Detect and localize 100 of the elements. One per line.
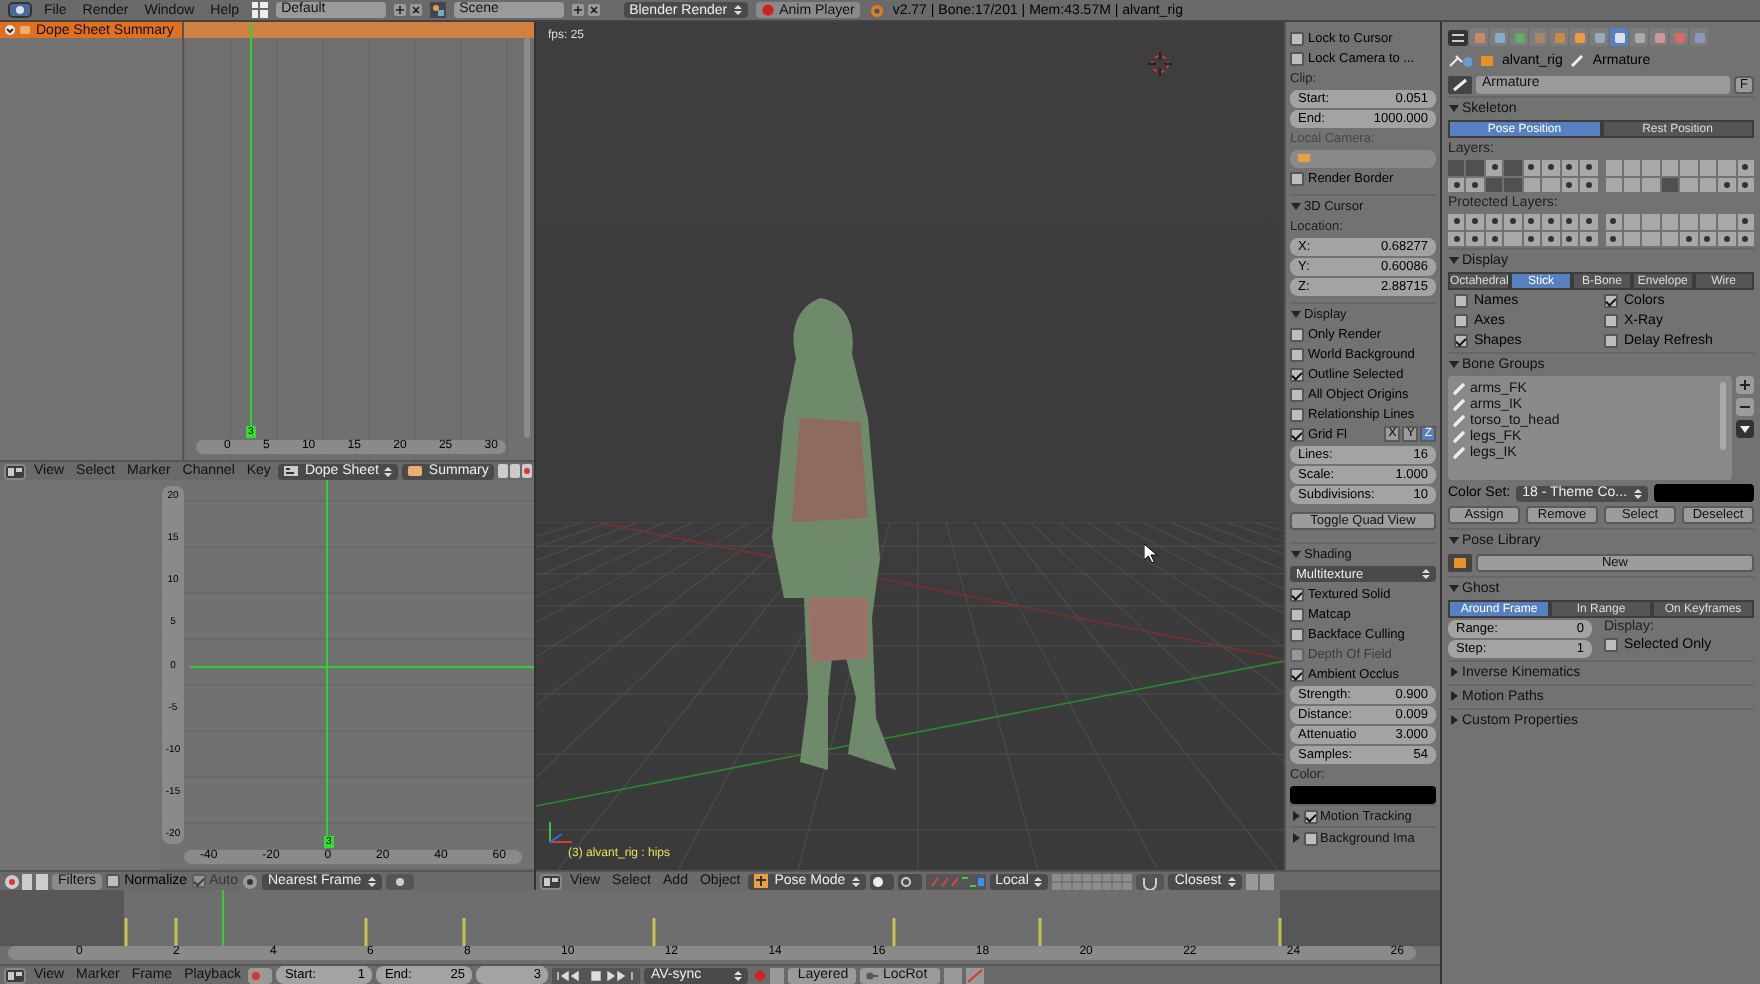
updown-arrow-icon	[733, 4, 742, 16]
layer-button[interactable]	[1699, 231, 1717, 246]
layer-button[interactable]	[1605, 214, 1622, 229]
view-icons[interactable]	[4, 873, 48, 889]
manipulator-icons[interactable]	[925, 873, 986, 889]
layer-button[interactable]	[1580, 177, 1597, 192]
add-button[interactable]	[1736, 376, 1754, 394]
checkbox[interactable]	[1604, 638, 1618, 652]
pivot-icons[interactable]	[385, 873, 414, 889]
playback-controls-icon[interactable]	[552, 967, 641, 983]
layer-button[interactable]	[1561, 214, 1579, 229]
layer-button[interactable]	[1542, 214, 1560, 229]
editor-type-icon[interactable]	[4, 967, 26, 983]
caret-down-icon	[1738, 422, 1752, 436]
updown-arrow-icon	[1227, 875, 1236, 887]
editor-type-icon[interactable]	[540, 873, 562, 889]
layer-button[interactable]	[1605, 231, 1622, 246]
layer-button[interactable]	[1448, 177, 1465, 192]
layer-button[interactable]	[1466, 214, 1484, 229]
info-editor-icon[interactable]	[8, 2, 32, 18]
property-tab[interactable]	[1610, 28, 1628, 46]
layer-button[interactable]	[1448, 214, 1465, 229]
layer-button[interactable]	[1580, 214, 1597, 229]
checkbox[interactable]	[1304, 831, 1318, 845]
3d-cursor-icon[interactable]	[1148, 52, 1172, 76]
axis-gizmo-icon	[544, 818, 576, 846]
checkbox[interactable]	[1454, 334, 1468, 348]
layer-button[interactable]	[1448, 231, 1465, 246]
layer-button[interactable]	[1561, 231, 1579, 246]
layer-button[interactable]	[1523, 214, 1541, 229]
layer-button[interactable]	[1737, 214, 1754, 229]
snap-magnet-icon[interactable]	[1136, 873, 1165, 889]
layer-button[interactable]	[1737, 177, 1754, 192]
pivot-icon[interactable]	[897, 873, 922, 889]
checkbox[interactable]	[1290, 407, 1304, 421]
color-swatch[interactable]	[1290, 785, 1436, 803]
layer-button[interactable]	[1523, 231, 1541, 246]
pin-icon[interactable]	[1448, 54, 1472, 68]
checkbox[interactable]	[106, 874, 121, 888]
checkbox[interactable]	[1290, 31, 1304, 45]
checkbox[interactable]	[1290, 51, 1304, 65]
camera-field[interactable]	[1290, 149, 1436, 167]
layer-button[interactable]	[1561, 177, 1579, 192]
checkbox[interactable]	[1290, 667, 1304, 681]
add-remove-icons[interactable]	[571, 2, 600, 18]
layer-button[interactable]	[1737, 160, 1754, 175]
updown-arrow-icon	[1034, 875, 1043, 887]
checkbox[interactable]	[1290, 387, 1304, 401]
plus-icon	[1738, 378, 1752, 392]
record-icon[interactable]	[752, 967, 785, 983]
layer-button[interactable]	[1466, 177, 1484, 192]
layer-button[interactable]	[1737, 231, 1754, 246]
updown-arrow-icon	[851, 875, 860, 887]
editor-type-icon[interactable]	[1448, 29, 1468, 45]
layer-button[interactable]	[1580, 160, 1597, 175]
layer-button[interactable]	[1485, 231, 1503, 246]
checkbox[interactable]	[1290, 347, 1304, 361]
checkbox[interactable]	[1604, 334, 1618, 348]
color-swatch[interactable]	[1653, 484, 1754, 502]
scrollbar[interactable]	[1720, 382, 1726, 450]
armature-browse-icon[interactable]	[1448, 75, 1472, 93]
filter-icons[interactable]	[498, 464, 533, 478]
remove-button[interactable]	[1736, 398, 1754, 416]
blender-logo-icon	[868, 2, 885, 18]
checkbox[interactable]	[1604, 294, 1618, 308]
layer-button[interactable]	[1542, 160, 1560, 175]
checkbox[interactable]	[1454, 294, 1468, 308]
updown-arrow-icon	[384, 465, 393, 477]
scene-icon[interactable]	[429, 2, 446, 18]
add-remove-icons[interactable]	[393, 2, 422, 18]
checkbox[interactable]	[1290, 587, 1304, 601]
link-icon[interactable]	[241, 873, 258, 889]
checkbox[interactable]	[1290, 171, 1304, 185]
layer-button[interactable]	[1580, 231, 1597, 246]
layer-button[interactable]	[1485, 160, 1503, 175]
layer-button[interactable]	[1680, 231, 1698, 246]
layout-grid-icon[interactable]	[251, 2, 268, 18]
pose-icon	[754, 874, 769, 888]
checkbox[interactable]	[1454, 314, 1468, 328]
checkbox[interactable]	[1290, 607, 1304, 621]
layer-button[interactable]	[1485, 214, 1503, 229]
layer-button[interactable]	[1504, 214, 1522, 229]
checkbox[interactable]	[1304, 809, 1318, 823]
summary-icon	[4, 24, 32, 36]
layer-button[interactable]	[1718, 177, 1736, 192]
layer-button[interactable]	[1523, 160, 1541, 175]
checkbox[interactable]	[1290, 427, 1304, 441]
key-icon	[866, 969, 879, 981]
layer-button[interactable]	[1466, 231, 1484, 246]
checkbox[interactable]	[1290, 627, 1304, 641]
editor-type-icon[interactable]	[4, 463, 26, 479]
updown-arrow-icon	[367, 875, 376, 887]
pose-library-icon[interactable]	[1448, 554, 1472, 572]
layer-button[interactable]	[1718, 231, 1736, 246]
menu-button[interactable]	[1736, 420, 1754, 438]
checkbox[interactable]	[1604, 314, 1618, 328]
layer-button[interactable]	[1561, 160, 1579, 175]
checkbox[interactable]	[1290, 367, 1304, 381]
layer-button[interactable]	[1542, 231, 1560, 246]
checkbox[interactable]	[1290, 327, 1304, 341]
